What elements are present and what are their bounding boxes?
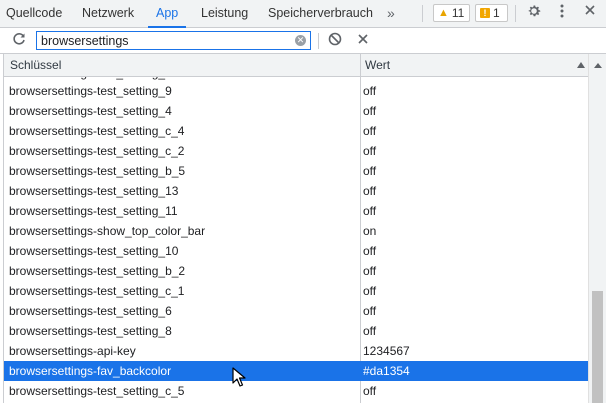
table-row[interactable]: browsersettings-test_setting_10 off bbox=[4, 241, 589, 261]
kebab-menu-icon[interactable] bbox=[552, 3, 572, 23]
tab-quellcode[interactable]: Quellcode bbox=[6, 0, 62, 27]
table-row[interactable]: browsersettings-test_setting_8 off bbox=[4, 321, 589, 341]
block-icon[interactable] bbox=[327, 32, 343, 48]
devtools-tab-bar: Quellcode Netzwerk App Leistung Speicher… bbox=[0, 0, 606, 28]
close-devtools-icon[interactable] bbox=[580, 3, 600, 23]
row-value-cell: #da1354 bbox=[363, 364, 410, 378]
clear-filter-icon[interactable]: ✕ bbox=[295, 35, 306, 46]
table-row[interactable]: browsersettings-test_setting_c_1 off bbox=[4, 281, 589, 301]
toolbar-divider bbox=[515, 5, 516, 22]
close-icon[interactable] bbox=[355, 32, 371, 48]
row-value-cell: off bbox=[363, 204, 377, 218]
filter-field[interactable]: ✕ bbox=[36, 31, 311, 50]
tab-leistung[interactable]: Leistung bbox=[201, 0, 248, 27]
table-row[interactable]: browsersettings-test_setting_b_5 off bbox=[4, 161, 589, 181]
row-value-cell: off bbox=[363, 184, 377, 198]
row-key-cell: browsersettings-test_setting_c_1 bbox=[9, 284, 185, 298]
row-value-cell: off bbox=[363, 124, 377, 138]
tab-app[interactable]: App bbox=[147, 0, 187, 28]
table-row-selected[interactable]: browsersettings-fav_backcolor #da1354 bbox=[4, 361, 589, 381]
row-value-cell: off bbox=[363, 284, 377, 298]
row-value-cell: 1234567 bbox=[363, 344, 410, 358]
row-value-cell: off bbox=[363, 84, 377, 98]
row-key-cell: browsersettings-fav_backcolor bbox=[9, 364, 172, 378]
gear-icon[interactable] bbox=[524, 3, 544, 23]
row-key-cell: browsersettings-test_setting_4 bbox=[9, 104, 172, 118]
row-key-cell: browsersettings-test_setting_9 bbox=[9, 84, 172, 98]
row-key-cell: browsersettings-test_setting_6 bbox=[9, 304, 172, 318]
table-rows: browsersettings-test_setting_2 browserse… bbox=[4, 77, 589, 401]
scroll-up-arrow-icon[interactable] bbox=[594, 63, 602, 68]
issues-count: 1 bbox=[493, 6, 500, 20]
table-row[interactable]: browsersettings-test_setting_c_4 off bbox=[4, 121, 589, 141]
refresh-icon[interactable] bbox=[10, 31, 28, 49]
mouse-pointer-icon bbox=[232, 367, 248, 387]
table-header: Schlüssel Wert bbox=[4, 54, 589, 77]
row-value-cell: off bbox=[363, 144, 377, 158]
table-row[interactable]: browsersettings-test_setting_13 off bbox=[4, 181, 589, 201]
storage-filter-toolbar: ✕ bbox=[0, 28, 606, 54]
row-value-cell: off bbox=[363, 104, 377, 118]
warning-icon: ▲ bbox=[438, 7, 449, 19]
row-key-cell: browsersettings-show_top_color_bar bbox=[9, 224, 206, 238]
scrollbar-thumb[interactable] bbox=[592, 291, 603, 403]
row-value-cell: off bbox=[363, 384, 377, 398]
issues-badge[interactable]: ! 1 bbox=[475, 4, 508, 22]
column-header-value[interactable]: Wert bbox=[365, 54, 390, 76]
filter-input[interactable] bbox=[41, 32, 291, 49]
toolbar-divider bbox=[422, 5, 423, 22]
row-key-cell: browsersettings-test_setting_10 bbox=[9, 244, 179, 258]
row-key-cell: browsersettings-test_setting_13 bbox=[9, 184, 179, 198]
issue-icon: ! bbox=[480, 8, 490, 18]
tab-netzwerk[interactable]: Netzwerk bbox=[82, 0, 134, 27]
row-key-cell: browsersettings-test_setting_c_4 bbox=[9, 124, 185, 138]
table-row[interactable]: browsersettings-show_top_color_bar on bbox=[4, 221, 589, 241]
row-key-cell: browsersettings-test_setting_c_5 bbox=[9, 384, 185, 398]
row-value-cell: off bbox=[363, 264, 377, 278]
table-row[interactable]: browsersettings-test_setting_b_2 off bbox=[4, 261, 589, 281]
row-value-cell: on bbox=[363, 224, 377, 238]
table-row[interactable]: browsersettings-test_setting_c_5 off bbox=[4, 381, 589, 401]
table-row[interactable]: browsersettings-test_setting_c_2 off bbox=[4, 141, 589, 161]
table-row[interactable]: browsersettings-test_setting_6 off bbox=[4, 301, 589, 321]
more-tabs-button[interactable]: » bbox=[387, 0, 395, 27]
vertical-scrollbar[interactable] bbox=[588, 54, 606, 403]
row-value-cell: off bbox=[363, 244, 377, 258]
row-key-cell: browsersettings-test_setting_11 bbox=[9, 204, 178, 218]
row-key-cell: browsersettings-test_setting_b_5 bbox=[9, 164, 186, 178]
table-row[interactable]: browsersettings-test_setting_11 off bbox=[4, 201, 589, 221]
toolbar-divider bbox=[318, 33, 319, 49]
tab-speicherverbrauch[interactable]: Speicherverbrauch bbox=[268, 0, 373, 27]
row-key-cell: browsersettings-test_setting_8 bbox=[9, 324, 172, 338]
row-value-cell: off bbox=[363, 304, 377, 318]
column-header-key[interactable]: Schlüssel bbox=[10, 54, 61, 76]
storage-table: Schlüssel Wert browsersettings-test_sett… bbox=[3, 54, 589, 403]
table-row[interactable]: browsersettings-api-key 1234567 bbox=[4, 341, 589, 361]
warnings-badge[interactable]: ▲ 11 bbox=[433, 4, 470, 22]
table-row[interactable]: browsersettings-test_setting_4 off bbox=[4, 101, 589, 121]
row-key-cell: browsersettings-test_setting_c_2 bbox=[9, 144, 185, 158]
row-value-cell: off bbox=[363, 324, 377, 338]
row-key-cell: browsersettings-api-key bbox=[9, 344, 136, 358]
row-key-cell: browsersettings-test_setting_b_2 bbox=[9, 264, 186, 278]
warnings-count: 11 bbox=[451, 6, 465, 20]
row-value-cell: off bbox=[363, 164, 377, 178]
sort-ascending-icon bbox=[577, 62, 585, 68]
table-row[interactable]: browsersettings-test_setting_9 off bbox=[4, 81, 589, 101]
